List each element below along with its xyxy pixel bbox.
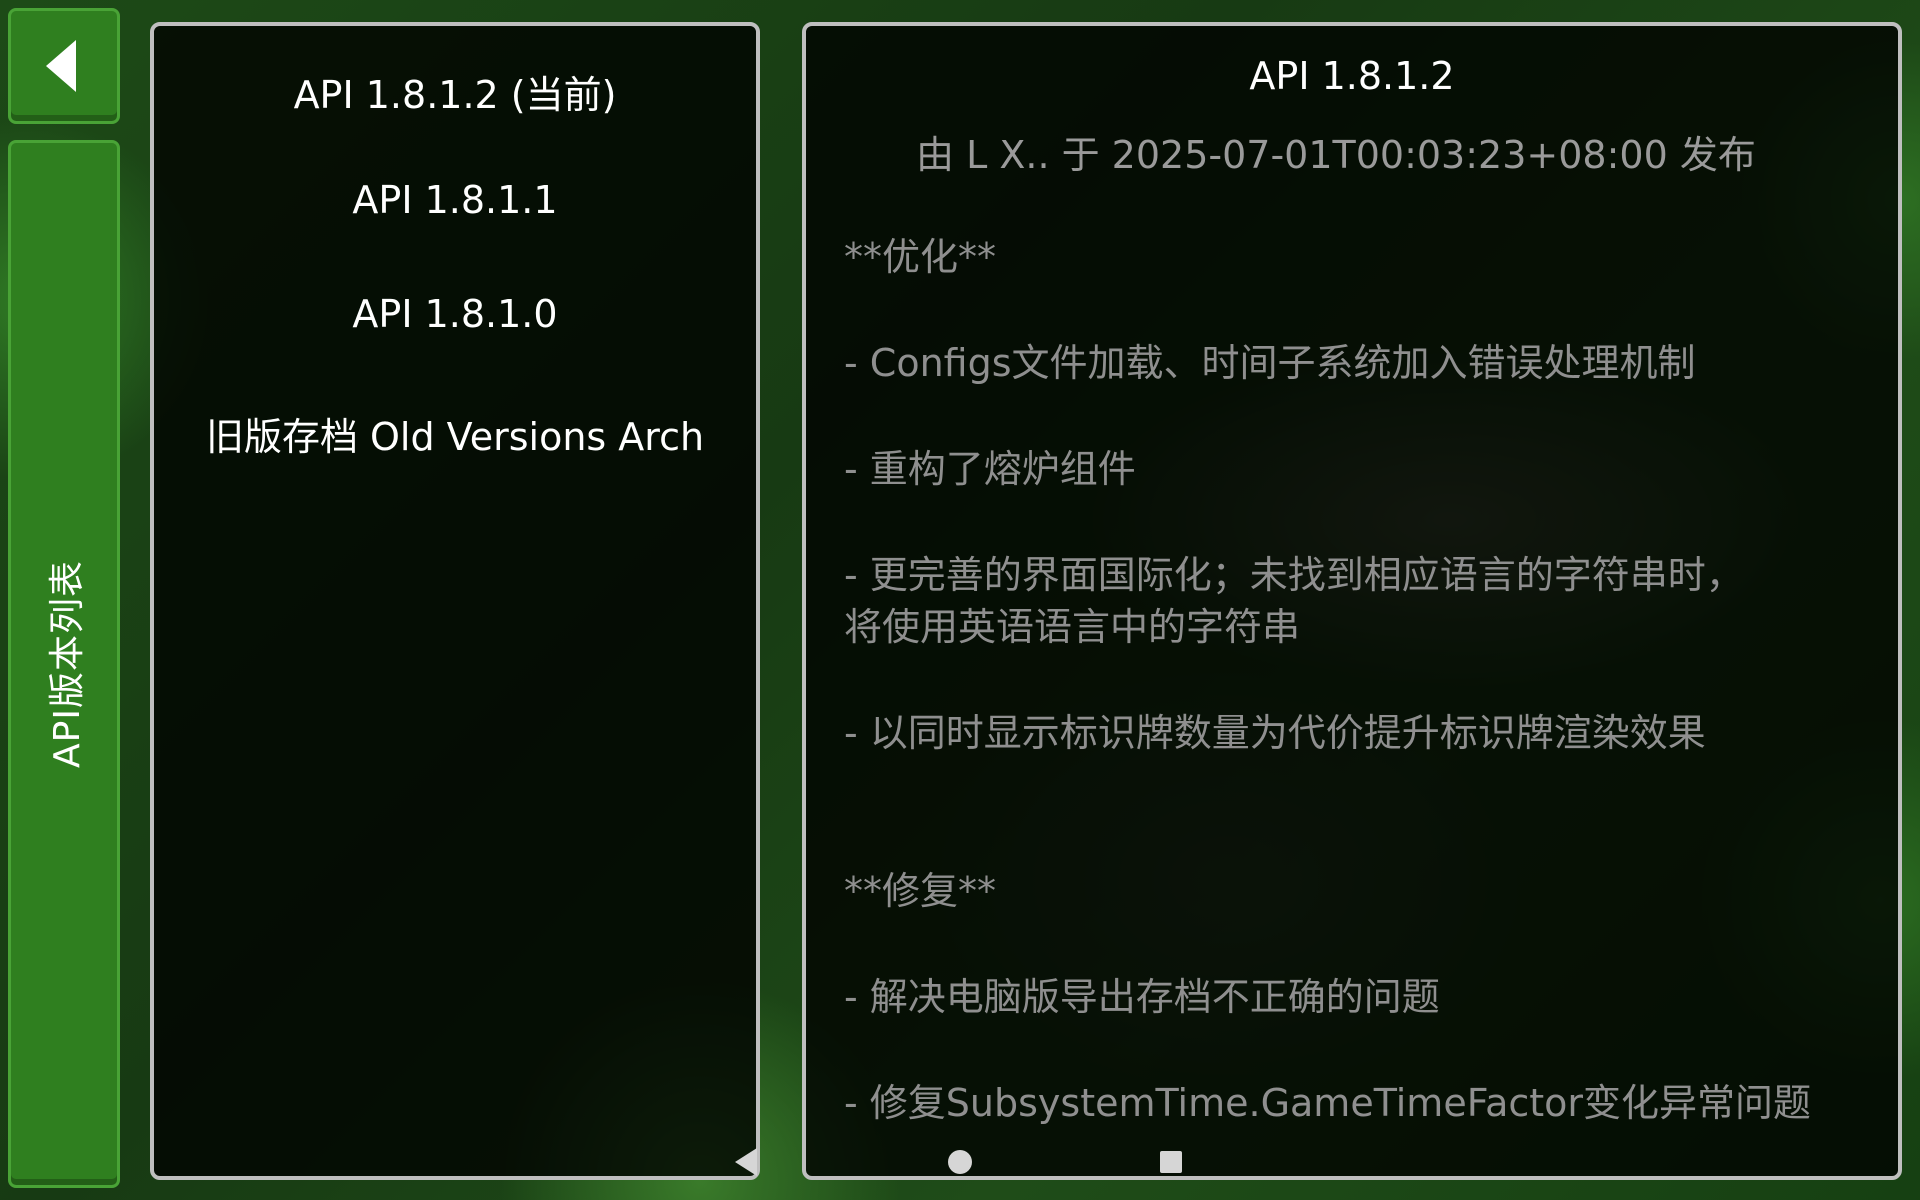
back-arrow-icon <box>46 40 76 92</box>
note-line: - 以同时显示标识牌数量为代价提升标识牌渲染效果 <box>844 711 1706 755</box>
section-heading-fix: **修复** <box>844 869 997 913</box>
section-heading-optimize: **优化** <box>844 235 997 279</box>
api-version-list-tab[interactable]: API版本列表 <box>8 140 120 1188</box>
note-line: - 解决电脑版导出存档不正确的问题 <box>844 975 1440 1019</box>
version-list-panel[interactable]: API 1.8.1.2 (当前) API 1.8.1.1 API 1.8.1.0… <box>150 22 760 1180</box>
version-item-current[interactable]: API 1.8.1.2 (当前) <box>154 64 756 119</box>
note-line: - Configs文件加载、时间子系统加入错误处理机制 <box>844 341 1696 385</box>
release-title: API 1.8.1.2 <box>1249 54 1455 98</box>
note-line: - 更完善的界面国际化；未找到相应语言的字符串时， <box>844 553 1744 597</box>
version-item[interactable]: API 1.8.1.1 <box>154 178 756 222</box>
nav-home-icon[interactable] <box>948 1150 972 1174</box>
release-notes-panel[interactable]: API 1.8.1.2 由 L X.. 于 2025-07-01T00:03:2… <box>802 22 1902 1180</box>
nav-recent-icon[interactable] <box>1160 1151 1182 1173</box>
nav-back-icon[interactable] <box>735 1148 757 1176</box>
note-line: - 修复SubsystemTime.GameTimeFactor变化异常问题 <box>844 1081 1812 1125</box>
note-line: - 重构了熔炉组件 <box>844 447 1136 491</box>
note-line-continued: 将使用英语语言中的字符串 <box>844 605 1301 649</box>
version-item[interactable]: API 1.8.1.0 <box>154 292 756 336</box>
tab-label: API版本列表 <box>47 560 88 768</box>
release-author-line: 由 L X.. 于 2025-07-01T00:03:23+08:00 发布 <box>916 133 1756 177</box>
back-button[interactable] <box>8 8 120 124</box>
version-item-old-archive[interactable]: 旧版存档 Old Versions Arch <box>154 406 756 461</box>
